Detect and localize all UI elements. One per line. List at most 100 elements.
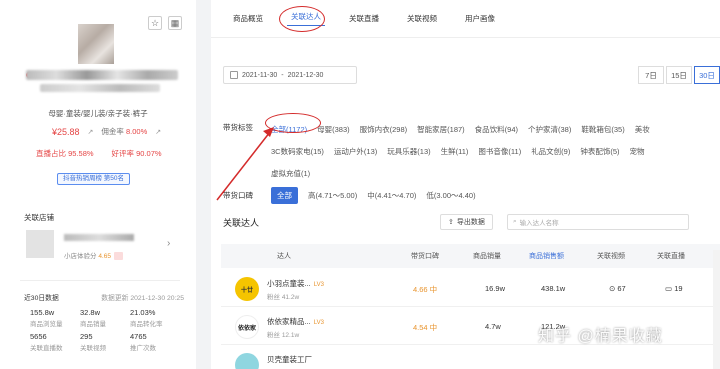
fans-count: 粉丝 41.2w — [267, 294, 300, 301]
tab-related-lives[interactable]: 关联直播 — [345, 13, 383, 24]
shop-score: 小店体验分 4.65 — [64, 250, 123, 261]
highlight-ellipse-tab — [279, 6, 325, 32]
scrollbar[interactable] — [713, 250, 720, 369]
avatar[interactable]: 依依家 — [235, 315, 259, 339]
rank-badge[interactable]: 抖音热销周榜 第50名 — [57, 173, 131, 185]
category-item[interactable]: 服饰内衣(298) — [360, 124, 408, 135]
highlight-ellipse-category — [265, 113, 321, 133]
reputation-filter: 全部 高(4.71～5.00) 中(4.41～4.70) 低(3.00～4.40… — [271, 187, 476, 204]
live-ratio: 直播占比 95.58% — [36, 149, 94, 158]
search-input[interactable]: ⌕ 输入达人名称 — [507, 214, 689, 230]
commission: 佣金率 8.00% — [101, 127, 148, 136]
category-item[interactable]: 美妆 — [635, 124, 650, 135]
col-revenue[interactable]: 商品销售额 — [529, 251, 564, 261]
col-lives[interactable]: 关联直播 — [657, 251, 685, 261]
shop-section-title: 关联店铺 — [24, 213, 54, 222]
category-filter-label: 带货标签 — [223, 123, 253, 132]
category-item[interactable]: 3C数码家电(15) — [271, 146, 324, 157]
category-item[interactable]: 食品饮料(94) — [475, 124, 518, 135]
section-title: 关联达人 — [223, 218, 260, 228]
stat-item: 295 关联视频 — [80, 332, 106, 352]
sales-value: 16.9w — [485, 284, 506, 293]
stat-item: 21.03% 商品转化率 — [130, 308, 163, 328]
category-item[interactable]: 虚拟充值(1) — [271, 168, 310, 179]
tab-overview[interactable]: 商品概览 — [229, 13, 267, 24]
live-icon: ▭ — [665, 284, 673, 293]
stats-grid: 155.8w 商品浏览量 32.8w 商品销量 21.03% 商品转化率 5656 关联… — [30, 308, 180, 352]
lives-value: ▭ 19 — [665, 284, 683, 293]
tab-related-videos[interactable]: 关联视频 — [403, 13, 441, 24]
stat-item: 155.8w 商品浏览量 — [30, 308, 63, 328]
category-item[interactable]: 宠物 — [630, 146, 645, 157]
star-icon[interactable]: ☆ — [148, 16, 162, 30]
videos-value: ⊙ 67 — [609, 284, 626, 293]
range-15d-button[interactable]: 15日 — [666, 66, 692, 84]
revenue-value: 438.1w — [541, 284, 566, 293]
price-row: ¥25.88 ↗ 佣金率 8.00% ↗ — [52, 126, 161, 137]
influencer-name[interactable]: 小羽点童装... LV3 — [267, 278, 324, 289]
col-sales[interactable]: 商品销量 — [473, 251, 501, 261]
influencer-name[interactable]: 贝壳童装工厂 — [267, 354, 312, 365]
reputation-filter-label: 带货口碑 — [223, 191, 253, 200]
stat-item: 5656 关联直播数 — [30, 332, 63, 352]
page: ☆ ▦ 母婴·童装/婴儿装/亲子装·裤子 ¥25.88 ↗ 佣金率 8.00% … — [0, 0, 720, 369]
chevron-right-icon[interactable]: › — [167, 238, 170, 249]
stats-header: 近30日数据 数据更新 2021-12-30 20:25 — [24, 292, 184, 302]
sales-value: 4.7w — [485, 322, 501, 331]
fans-count: 粉丝 12.1w — [267, 332, 300, 339]
table-row[interactable]: 贝壳童装工厂 — [221, 346, 720, 369]
category-item[interactable]: 智能家居(187) — [417, 124, 465, 135]
shop-logo[interactable] — [26, 230, 54, 258]
category-item[interactable]: 个护家清(38) — [528, 124, 571, 135]
export-icon: ⇪ — [448, 219, 454, 226]
reputation-all[interactable]: 全部 — [271, 187, 298, 204]
export-button[interactable]: ⇪ 导出数据 — [440, 214, 493, 230]
category-item[interactable]: 礼品文创(9) — [531, 146, 570, 157]
watermark: 知乎 @楠果收藏 — [538, 328, 663, 345]
avatar[interactable]: 十廿 — [235, 277, 259, 301]
reputation-low[interactable]: 低(3.00～4.40) — [426, 190, 475, 201]
reputation-mid[interactable]: 中(4.41～4.70) — [367, 190, 416, 201]
date-range-picker[interactable]: 2021-11-30-2021-12-30 — [223, 66, 357, 84]
product-category: 母婴·童装/婴儿装/亲子装·裤子 — [48, 109, 148, 118]
category-item[interactable]: 生鲜(11) — [441, 146, 469, 157]
product-price: ¥25.88 — [52, 126, 80, 137]
shop-name-blurred[interactable] — [64, 234, 134, 241]
shop-flag-icon — [113, 252, 123, 261]
trend-icon[interactable]: ↗ — [88, 128, 94, 136]
table-header: 达人 带货口碑 商品销量 商品销售额 关联视频 关联直播 — [221, 244, 720, 268]
trend-icon[interactable]: ↗ — [155, 128, 161, 136]
range-buttons: 7日 15日 30日 — [638, 66, 720, 84]
stat-item: 4765 推广次数 — [130, 332, 156, 352]
category-item[interactable]: 运动户外(13) — [334, 146, 377, 157]
category-item[interactable]: 鞋靴箱包(35) — [581, 124, 624, 135]
positive-rate: 好评率 90.07% — [111, 149, 162, 158]
col-videos[interactable]: 关联视频 — [597, 251, 625, 261]
product-title-blurred — [26, 70, 178, 80]
qr-code-icon[interactable]: ▦ — [168, 16, 182, 30]
table-row[interactable]: 十廿 小羽点童装... LV3 粉丝 41.2w 4.66 中 16.9w 438… — [221, 270, 720, 307]
category-filter-list: 全部(1172) 母婴(383) 服饰内衣(298) 智能家居(187) 食品饮… — [271, 118, 720, 184]
reputation-high[interactable]: 高(4.71～5.00) — [308, 190, 357, 201]
col-influencer[interactable]: 达人 — [277, 251, 291, 261]
main-panel: 商品概览 关联达人 关联直播 关联视频 用户画像 2021-11-30-2021… — [211, 0, 720, 369]
product-panel: ☆ ▦ 母婴·童装/婴儿装/亲子装·裤子 ¥25.88 ↗ 佣金率 8.00% … — [0, 0, 196, 369]
ratio-row: 直播占比 95.58% 好评率 90.07% — [36, 148, 162, 159]
divider — [20, 280, 180, 281]
category-item[interactable]: 母婴(383) — [317, 124, 350, 135]
video-icon: ⊙ — [609, 284, 616, 293]
range-30d-button[interactable]: 30日 — [694, 66, 720, 84]
stats-updated: 数据更新 2021-12-30 20:25 — [101, 295, 184, 302]
reputation-value: 4.66 中 — [413, 285, 438, 294]
range-7d-button[interactable]: 7日 — [638, 66, 664, 84]
search-icon: ⌕ — [513, 218, 517, 225]
category-item[interactable]: 玩具乐器(13) — [387, 146, 430, 157]
influencer-name[interactable]: 依依家精品... LV3 — [267, 316, 324, 327]
avatar[interactable] — [235, 353, 259, 369]
tab-user-profile[interactable]: 用户画像 — [461, 13, 499, 24]
category-item[interactable]: 图书音像(11) — [478, 146, 521, 157]
col-reputation[interactable]: 带货口碑 — [411, 251, 439, 261]
category-item[interactable]: 钟表配饰(5) — [580, 146, 619, 157]
calendar-icon — [230, 71, 238, 79]
product-image[interactable] — [78, 24, 114, 64]
